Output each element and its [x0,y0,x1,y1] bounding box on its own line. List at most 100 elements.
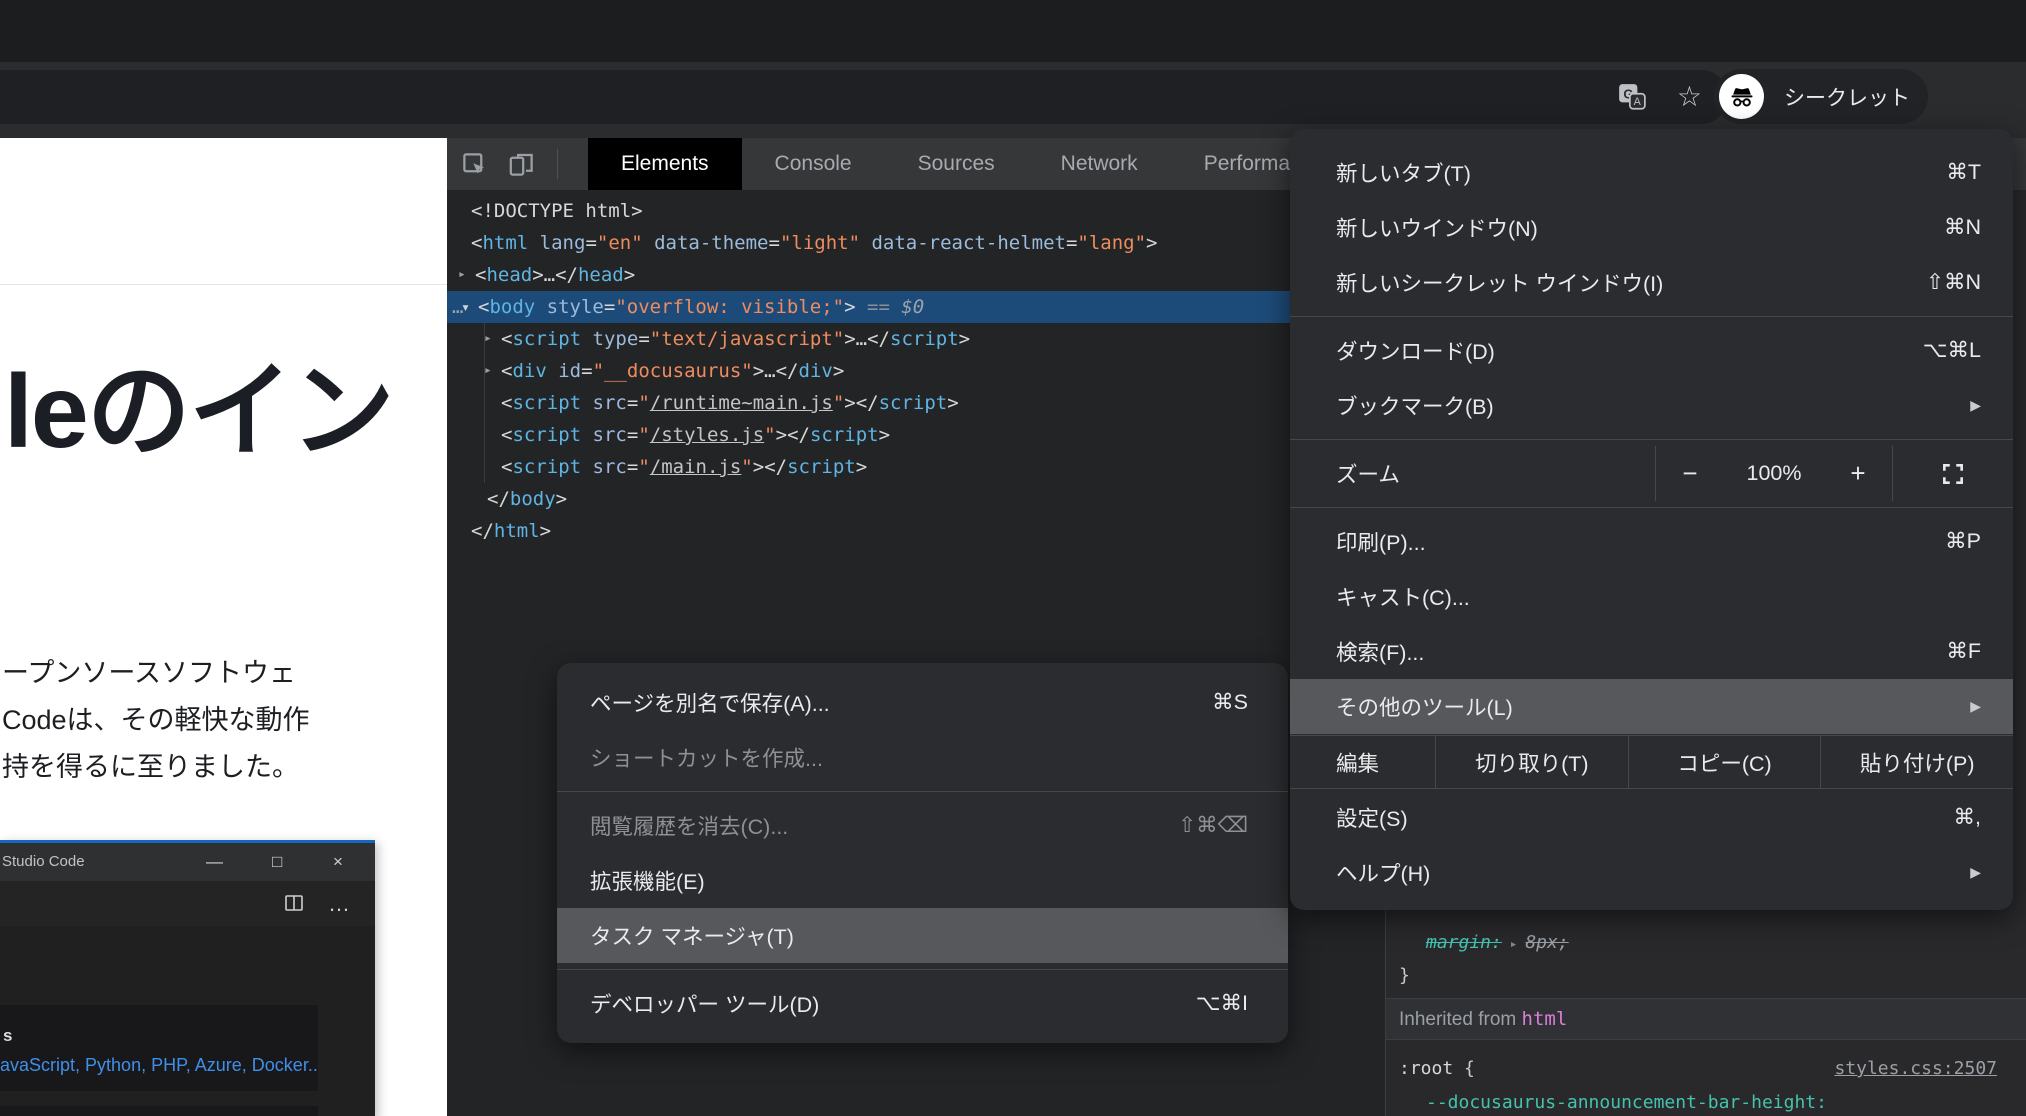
menu-item-more-tools[interactable]: その他のツール(L)▶ [1290,679,2013,734]
copy-button[interactable]: コピー(C) [1628,736,1821,788]
split-editor-icon [284,893,304,918]
menu-item-edit-row: 編集切り取り(T)コピー(C)貼り付け(P) [1290,735,2013,789]
vscode-panel-text: s [3,1026,12,1046]
menu-item-bookmarks[interactable]: ブックマーク(B)▶ [1290,378,2013,433]
dom-tree-node[interactable]: …▾<body style="overflow: visible;"> == $… [447,291,1385,323]
page-paragraph: ープンソースソフトウェ Codeは、その軽快な動作 持を得るに至りました。 [2,650,310,791]
css-declaration-overridden[interactable]: margin: ▸ 8px; [1426,932,1569,953]
menu-item-cast[interactable]: キャスト(C)... [1290,569,2013,624]
zoom-out-button[interactable]: − [1656,458,1724,489]
css-custom-property[interactable]: --docusaurus-announcement-bar-height: [1426,1092,1827,1113]
more-tools-submenu: ページを別名で保存(A)...⌘Sショートカットを作成... 閲覧履歴を消去(C)… [557,663,1288,1043]
devtools-tab-console[interactable]: Console [742,138,885,190]
more-actions-icon: … [328,881,351,926]
browser-window: G A ☆ シークレット ⋮ [0,0,2026,1116]
devtools-tab-sources[interactable]: Sources [885,138,1028,190]
css-rule-selector[interactable]: :root { [1399,1058,1475,1079]
device-toolbar-icon[interactable] [508,151,535,178]
paragraph-line: ープンソースソフトウェ [2,650,310,697]
address-bar[interactable]: G A ☆ [0,70,1728,124]
submenu-arrow-icon: ▶ [1970,864,1981,881]
incognito-badge: シークレット [1714,69,1928,124]
stylesheet-source-link[interactable]: styles.css:2507 [1834,1058,1997,1079]
dom-tree-node[interactable]: ▸<head>…</head> [447,259,1385,291]
browser-toolbar: G A ☆ シークレット ⋮ [0,62,2026,138]
menu-item-new-window[interactable]: 新しいウインドウ(N)⌘N [1290,200,2013,255]
fullscreen-button[interactable] [1893,461,2013,487]
expand-down-icon[interactable]: ▾ [461,291,470,323]
menu-item-save-page-as[interactable]: ページを別名で保存(A)...⌘S [557,675,1288,730]
dom-tree-node[interactable]: <script src="/runtime~main.js"></script> [447,387,1385,419]
paragraph-line: Codeは、その軽快な動作 [2,697,310,744]
browser-tab-strip [0,0,2026,62]
menu-separator [1290,439,2013,440]
menu-item-clear-browsing-data[interactable]: 閲覧履歴を消去(C)...⇧⌘⌫ [557,798,1288,853]
menu-separator [1290,507,2013,508]
dom-tree-node[interactable]: <html lang="en" data-theme="light" data-… [447,227,1385,259]
zoom-label: ズーム [1290,458,1655,489]
edit-label: 編集 [1290,736,1435,788]
submenu-arrow-icon: ▶ [1970,397,1981,414]
navbar-divider [0,284,447,285]
cut-button[interactable]: 切り取り(T) [1435,736,1628,788]
inherited-from-section: Inherited from html [1386,998,2026,1040]
menu-item-zoom: ズーム−100%+ [1290,446,2013,501]
devtools-toolbar-icons [447,138,588,190]
menu-item-print[interactable]: 印刷(P)...⌘P [1290,514,2013,569]
expand-right-icon[interactable]: ▸ [458,259,466,291]
toolbar-divider [557,149,558,179]
submenu-arrow-icon: ▶ [1970,698,1981,715]
dom-tree-node[interactable]: <script src="/main.js"></script> [447,451,1385,483]
dom-tree-node[interactable]: </body> [447,483,1385,515]
expand-right-icon[interactable]: ▸ [484,355,492,387]
vscode-title: Studio Code [2,843,85,881]
menu-item-new-tab[interactable]: 新しいタブ(T)⌘T [1290,145,2013,200]
inspect-element-icon[interactable] [461,151,488,178]
minimize-icon: — [206,843,223,881]
dom-tree-node[interactable]: <!DOCTYPE html> [447,195,1385,227]
css-closing-brace: } [1399,965,1410,986]
page-title: leのイン [4,360,393,464]
vscode-screenshot: Studio Code — □ × … s avaScript, Python,… [0,840,375,1116]
devtools-tab-network[interactable]: Network [1028,138,1171,190]
menu-item-find[interactable]: 検索(F)...⌘F [1290,624,2013,679]
dom-tree-node[interactable]: ▸<script type="text/javascript">…</scrip… [447,323,1385,355]
menu-item-settings[interactable]: 設定(S)⌘, [1290,790,2013,845]
vscode-panel [0,1005,318,1091]
menu-item-developer-tools[interactable]: デベロッパー ツール(D)⌥⌘I [557,976,1288,1031]
menu-item-new-incognito-window[interactable]: 新しいシークレット ウインドウ(I)⇧⌘N [1290,255,2013,310]
menu-separator [1290,316,2013,317]
menu-item-create-shortcut[interactable]: ショートカットを作成... [557,730,1288,785]
menu-item-downloads[interactable]: ダウンロード(D)⌥⌘L [1290,323,2013,378]
paste-button[interactable]: 貼り付け(P) [1820,736,2013,788]
vscode-panel [0,1106,318,1116]
menu-item-task-manager[interactable]: タスク マネージャ(T) [557,908,1288,963]
google-translate-icon[interactable]: G A [1617,82,1647,112]
devtools-tabs: ElementsConsoleSourcesNetworkPerformance [588,138,1357,190]
incognito-icon [1719,74,1764,119]
chrome-app-menu: 新しいタブ(T)⌘T新しいウインドウ(N)⌘N新しいシークレット ウインドウ(I… [1290,129,2013,910]
inherited-selector-link[interactable]: html [1522,1008,1568,1030]
maximize-icon: □ [272,843,282,881]
zoom-value: 100% [1724,461,1824,486]
dom-tree-node[interactable]: </html> [447,515,1385,547]
dom-tree-node[interactable]: ▸<div id="__docusaurus">…</div> [447,355,1385,387]
svg-text:A: A [1633,96,1641,108]
dom-tree-node[interactable]: <script src="/styles.js"></script> [447,419,1385,451]
bookmark-star-icon[interactable]: ☆ [1677,83,1702,111]
incognito-label: シークレット [1784,82,1910,112]
vscode-editor-toolbar: … [0,881,375,926]
menu-separator [557,791,1288,792]
menu-item-help[interactable]: ヘルプ(H)▶ [1290,845,2013,900]
devtools-tab-elements[interactable]: Elements [588,138,742,190]
menu-item-extensions[interactable]: 拡張機能(E) [557,853,1288,908]
vscode-titlebar: Studio Code — □ × [0,843,375,881]
expand-shorthand-icon: ▸ [1502,937,1525,952]
menu-separator [557,969,1288,970]
zoom-in-button[interactable]: + [1824,458,1892,489]
paragraph-line: 持を得るに至りました。 [2,744,310,791]
vscode-language-links: avaScript, Python, PHP, Azure, Docker... [0,1055,318,1076]
expand-right-icon[interactable]: ▸ [484,323,492,355]
page-viewport: leのイン ープンソースソフトウェ Codeは、その軽快な動作 持を得るに至りま… [0,138,447,1116]
close-icon: × [333,843,343,881]
